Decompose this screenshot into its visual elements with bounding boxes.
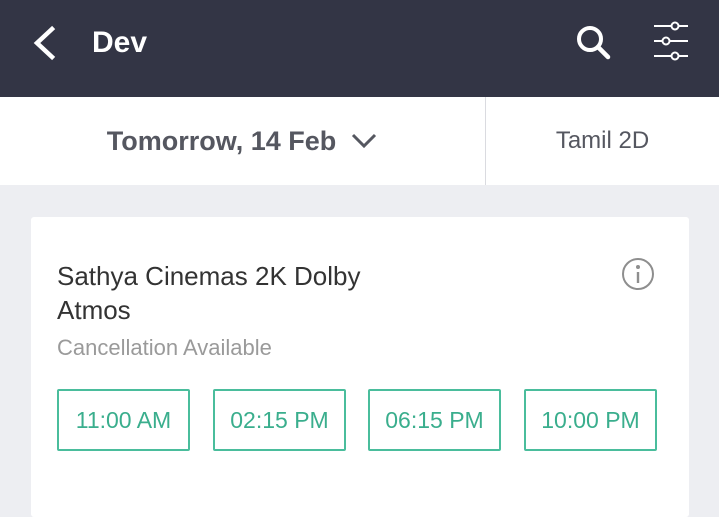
cancellation-note: Cancellation Available	[57, 335, 272, 360]
cinema-card: Sathya Cinemas 2K Dolby Atmos Cancellati…	[31, 217, 689, 517]
chevron-down-icon	[352, 133, 377, 149]
date-label: Tomorrow, 14 Feb	[106, 125, 337, 156]
filter-bar: Tomorrow, 14 Feb Tamil 2D	[0, 97, 719, 185]
showtime-button[interactable]: 11:00 AM	[57, 389, 190, 451]
date-selector[interactable]: Tomorrow, 14 Feb	[0, 97, 486, 185]
back-arrow-icon[interactable]	[24, 22, 68, 66]
app-header: Dev	[0, 0, 719, 97]
showtime-button[interactable]: 02:15 PM	[213, 389, 346, 451]
format-selector[interactable]: Tamil 2D	[486, 97, 719, 185]
info-icon[interactable]	[621, 257, 655, 291]
page-title: Dev	[92, 26, 148, 59]
showtime-button[interactable]: 06:15 PM	[368, 389, 501, 451]
search-icon[interactable]	[572, 21, 616, 65]
showtime-list: 11:00 AM 02:15 PM 06:15 PM 10:00 PM	[57, 389, 667, 455]
cinema-name[interactable]: Sathya Cinemas 2K Dolby Atmos	[57, 259, 417, 327]
filter-sliders-icon[interactable]	[648, 17, 694, 65]
showtime-button[interactable]: 10:00 PM	[524, 389, 657, 451]
